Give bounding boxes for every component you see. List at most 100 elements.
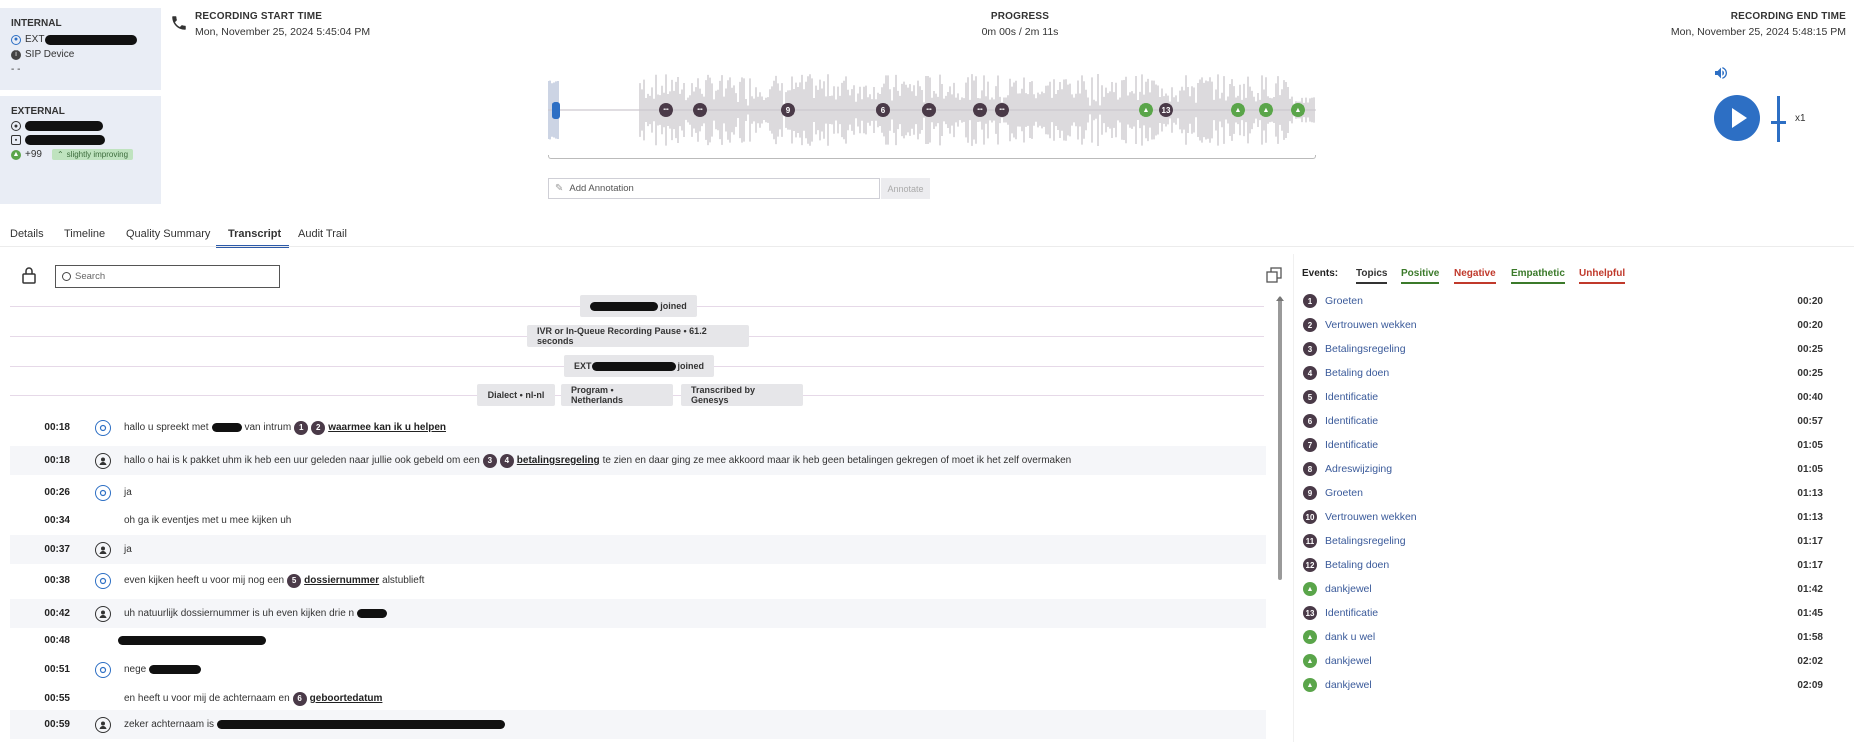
transcript-row[interactable]: 00:34 oh ga ik eventjes met u mee kijken … xyxy=(10,506,1266,535)
event-name[interactable]: Groeten xyxy=(1325,487,1783,499)
filter-empathetic[interactable]: Empathetic xyxy=(1511,268,1565,284)
event-name[interactable]: Betaling doen xyxy=(1325,559,1783,571)
event-name[interactable]: dank u wel xyxy=(1325,631,1783,643)
event-row[interactable]: 5 Identificatie 00:40 xyxy=(1303,385,1823,409)
transcript-row[interactable]: 00:37 ja xyxy=(10,535,1266,564)
event-time[interactable]: 01:45 xyxy=(1783,608,1823,619)
event-row[interactable]: 6 Identificatie 00:57 xyxy=(1303,409,1823,433)
topic-keyword[interactable]: waarmee kan ik u helpen xyxy=(328,422,446,433)
annotate-button[interactable]: Annotate xyxy=(881,178,930,199)
volume-icon[interactable] xyxy=(1713,65,1729,81)
waveform-marker[interactable]: ▲ xyxy=(1259,103,1273,117)
waveform-marker[interactable]: ••• xyxy=(659,103,673,117)
timestamp[interactable]: 00:26 xyxy=(10,487,70,498)
speed-slider[interactable] xyxy=(1777,96,1780,142)
speed-slider-handle[interactable] xyxy=(1771,121,1786,124)
event-name[interactable]: dankjewel xyxy=(1325,583,1783,595)
event-row[interactable]: 4 Betaling doen 00:25 xyxy=(1303,361,1823,385)
topic-number-badge[interactable]: 2 xyxy=(311,420,326,435)
event-row[interactable]: 9 Groeten 01:13 xyxy=(1303,481,1823,505)
timestamp[interactable]: 00:34 xyxy=(10,515,70,526)
event-row[interactable]: 3 Betalingsregeling 00:25 xyxy=(1303,337,1823,361)
waveform-marker[interactable]: ••• xyxy=(693,103,707,117)
transcript-row[interactable]: 00:38 even kijken heeft u voor mij nog ee… xyxy=(10,566,1266,595)
event-row[interactable]: ▲ dankjewel 01:42 xyxy=(1303,577,1823,601)
event-time[interactable]: 00:40 xyxy=(1783,392,1823,403)
tab-timeline[interactable]: Timeline xyxy=(64,228,105,240)
tab-details[interactable]: Details xyxy=(10,228,44,240)
playhead[interactable] xyxy=(552,102,560,119)
topic-keyword[interactable]: betalingsregeling xyxy=(517,455,600,466)
event-row[interactable]: ▲ dankjewel 02:09 xyxy=(1303,673,1823,697)
event-row[interactable]: 2 Vertrouwen wekken 00:20 xyxy=(1303,313,1823,337)
event-time[interactable]: 01:13 xyxy=(1783,488,1823,499)
event-name[interactable]: Vertrouwen wekken xyxy=(1325,319,1783,331)
event-row[interactable]: 10 Vertrouwen wekken 01:13 xyxy=(1303,505,1823,529)
event-time[interactable]: 01:05 xyxy=(1783,464,1823,475)
event-time[interactable]: 00:25 xyxy=(1783,344,1823,355)
waveform-marker[interactable]: 6 xyxy=(876,103,890,117)
transcript-row[interactable]: 00:51 nege xyxy=(10,655,1266,684)
event-name[interactable]: Identificatie xyxy=(1325,415,1783,427)
event-name[interactable]: Vertrouwen wekken xyxy=(1325,511,1783,523)
topic-number-badge[interactable]: 4 xyxy=(499,453,514,468)
scroll-up-arrow[interactable] xyxy=(1276,296,1284,301)
waveform-marker[interactable]: ••• xyxy=(973,103,987,117)
event-name[interactable]: Identificatie xyxy=(1325,607,1783,619)
event-row[interactable]: 8 Adreswijziging 01:05 xyxy=(1303,457,1823,481)
timestamp[interactable]: 00:55 xyxy=(10,693,70,704)
topic-keyword[interactable]: geboortedatum xyxy=(310,693,383,704)
waveform-marker[interactable]: ••• xyxy=(995,103,1009,117)
filter-positive[interactable]: Positive xyxy=(1401,268,1440,284)
transcript-row[interactable]: 00:59 zeker achternaam is xyxy=(10,710,1266,739)
lock-icon[interactable] xyxy=(21,266,37,284)
waveform-scrollbar[interactable] xyxy=(548,155,1316,159)
event-name[interactable]: dankjewel xyxy=(1325,679,1783,691)
topic-number-badge[interactable]: 1 xyxy=(294,420,309,435)
transcript-row[interactable]: 00:55 en heeft u voor mij de achternaam e… xyxy=(10,684,1266,713)
timestamp[interactable]: 00:59 xyxy=(10,719,70,730)
timestamp[interactable]: 00:42 xyxy=(10,608,70,619)
timestamp[interactable]: 00:37 xyxy=(10,544,70,555)
event-name[interactable]: Adreswijziging xyxy=(1325,463,1783,475)
event-row[interactable]: ▲ dank u wel 01:58 xyxy=(1303,625,1823,649)
event-time[interactable]: 01:58 xyxy=(1783,632,1823,643)
filter-negative[interactable]: Negative xyxy=(1454,268,1496,284)
filter-topics[interactable]: Topics xyxy=(1356,268,1388,284)
event-name[interactable]: Betaling doen xyxy=(1325,367,1783,379)
event-row[interactable]: 1 Groeten 00:20 xyxy=(1303,289,1823,313)
copy-icon[interactable] xyxy=(1266,267,1282,283)
event-row[interactable]: 12 Betaling doen 01:17 xyxy=(1303,553,1823,577)
waveform-marker[interactable]: ▲ xyxy=(1231,103,1245,117)
event-time[interactable]: 01:17 xyxy=(1783,560,1823,571)
annotation-input[interactable]: ✎ Add Annotation xyxy=(548,178,880,199)
tab-transcript[interactable]: Transcript xyxy=(228,228,281,240)
waveform-marker[interactable]: ▲ xyxy=(1139,103,1153,117)
event-name[interactable]: Identificatie xyxy=(1325,439,1783,451)
transcript-row[interactable]: 00:42 uh natuurlijk dossiernummer is uh e… xyxy=(10,599,1266,628)
timestamp[interactable]: 00:48 xyxy=(10,635,70,646)
topic-number-badge[interactable]: 6 xyxy=(292,691,307,706)
search-input[interactable]: Search xyxy=(55,265,280,288)
tab-quality-summary[interactable]: Quality Summary xyxy=(126,228,210,240)
waveform-marker[interactable]: 13 xyxy=(1159,103,1173,117)
topic-number-badge[interactable]: 5 xyxy=(287,573,302,588)
waveform-marker[interactable]: ••• xyxy=(922,103,936,117)
event-time[interactable]: 01:05 xyxy=(1783,440,1823,451)
transcript-row[interactable]: 00:18 hallo u spreekt met van intrum 1 2 waar… xyxy=(10,413,1266,442)
event-row[interactable]: ▲ dankjewel 02:02 xyxy=(1303,649,1823,673)
event-time[interactable]: 02:02 xyxy=(1783,656,1823,667)
waveform[interactable]: ••• ••• 9 6 ••• ••• ••• ▲ 13 ▲ ▲ ▲ xyxy=(547,70,1316,150)
event-name[interactable]: Betalingsregeling xyxy=(1325,535,1783,547)
timestamp[interactable]: 00:18 xyxy=(10,422,70,433)
event-name[interactable]: dankjewel xyxy=(1325,655,1783,667)
topic-number-badge[interactable]: 3 xyxy=(482,453,497,468)
timestamp[interactable]: 00:18 xyxy=(10,455,70,466)
event-name[interactable]: Identificatie xyxy=(1325,391,1783,403)
event-time[interactable]: 00:57 xyxy=(1783,416,1823,427)
event-row[interactable]: 13 Identificatie 01:45 xyxy=(1303,601,1823,625)
event-name[interactable]: Groeten xyxy=(1325,295,1783,307)
event-time[interactable]: 00:25 xyxy=(1783,368,1823,379)
event-time[interactable]: 02:09 xyxy=(1783,680,1823,691)
event-time[interactable]: 00:20 xyxy=(1783,296,1823,307)
